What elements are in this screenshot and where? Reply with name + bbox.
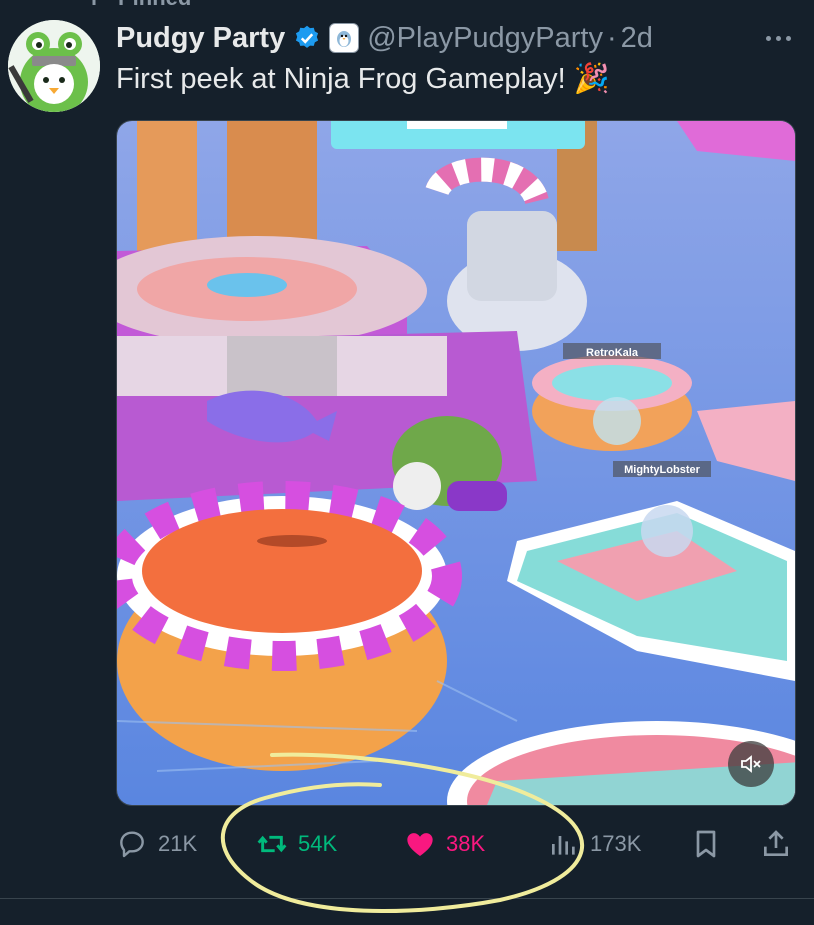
timestamp[interactable]: 2d: [621, 22, 653, 55]
share-button[interactable]: [760, 822, 792, 866]
reply-icon: [120, 831, 144, 858]
heart-filled-icon: [407, 833, 433, 856]
mute-toggle-button[interactable]: [728, 741, 774, 787]
reply-button[interactable]: 21K: [116, 822, 197, 866]
like-count: 38K: [446, 831, 486, 856]
frog-penguin-avatar-icon: [8, 20, 100, 112]
speaker-muted-icon: [741, 755, 761, 773]
reply-count: 21K: [158, 831, 198, 856]
tweet-body: First peek at Ninja Frog Gameplay!: [116, 62, 566, 95]
pinned-label: Pinned: [118, 0, 191, 11]
tweet-actions: 21K 54K 38K 173K: [112, 822, 798, 866]
video-frame: RetroKala MightyLobster: [117, 121, 795, 805]
display-name[interactable]: Pudgy Party: [116, 22, 285, 55]
view-count: 173K: [590, 831, 642, 856]
views-bar-chart-icon: [552, 836, 575, 855]
bookmark-icon: [696, 830, 716, 858]
retweet-count: 54K: [298, 831, 338, 856]
more-options-icon[interactable]: [760, 30, 796, 46]
bookmark-button[interactable]: [690, 822, 722, 866]
tweet-header: Pudgy Party @PlayPudgyParty · 2d: [116, 18, 794, 58]
retweet-button[interactable]: 54K: [256, 822, 337, 866]
affiliate-penguin-icon[interactable]: [329, 23, 360, 53]
user-handle[interactable]: @PlayPudgyParty: [367, 22, 603, 55]
player-label-retrokala: RetroKala: [586, 347, 639, 359]
like-button[interactable]: 38K: [404, 822, 485, 866]
views-button[interactable]: 173K: [548, 822, 641, 866]
tweet-divider: [0, 898, 814, 899]
player-label-mightylobster: MightyLobster: [624, 464, 700, 476]
tweet-text: First peek at Ninja Frog Gameplay! 🎉: [116, 62, 610, 96]
share-upload-icon: [764, 830, 788, 856]
verified-badge-icon: [293, 24, 321, 52]
pin-icon: [84, 0, 104, 11]
party-popper-emoji: 🎉: [573, 63, 610, 95]
pinned-indicator: Pinned: [84, 0, 191, 11]
avatar[interactable]: [8, 20, 100, 112]
video-player[interactable]: RetroKala MightyLobster: [116, 120, 796, 806]
separator-dot: ·: [607, 21, 617, 54]
retweet-icon: [257, 835, 287, 853]
